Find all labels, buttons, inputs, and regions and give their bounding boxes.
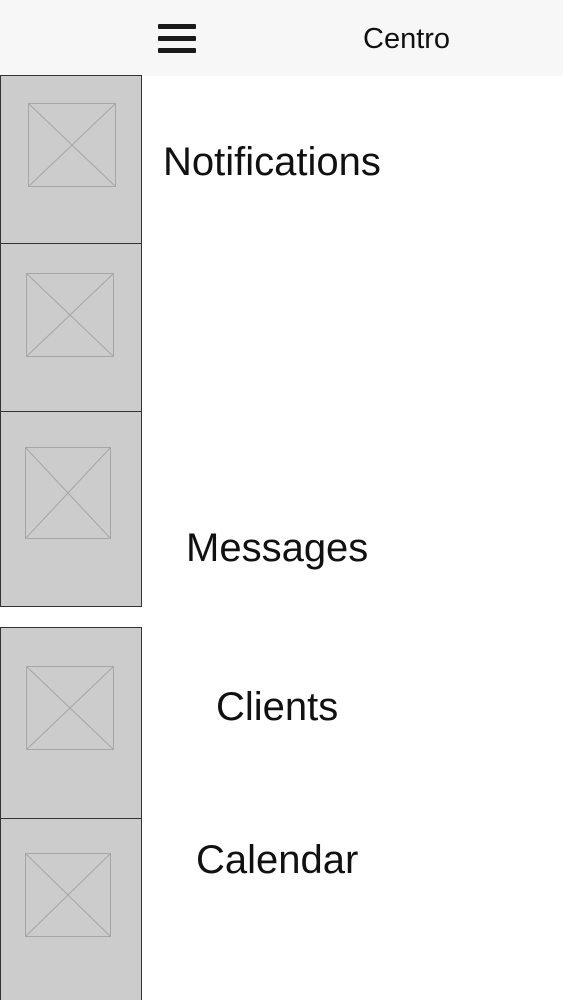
image-placeholder-icon [0, 243, 142, 412]
image-placeholder-icon [0, 411, 142, 607]
menu-line [158, 48, 196, 53]
nav-item-clients[interactable]: Clients [216, 684, 338, 730]
nav-item-messages[interactable]: Messages [186, 525, 368, 571]
hamburger-menu-icon[interactable] [158, 22, 196, 56]
nav-item-calendar[interactable]: Calendar [196, 837, 358, 883]
image-placeholder-icon [0, 627, 142, 819]
app-screen: Centro Notifications Messages Clients Ca… [0, 0, 563, 1000]
menu-line [158, 36, 196, 41]
nav-item-notifications[interactable]: Notifications [163, 139, 381, 185]
image-placeholder-icon [0, 818, 142, 1000]
menu-line [158, 24, 196, 29]
app-title: Centro [363, 23, 451, 55]
top-bar: Centro [0, 0, 563, 76]
image-placeholder-icon [0, 75, 142, 244]
